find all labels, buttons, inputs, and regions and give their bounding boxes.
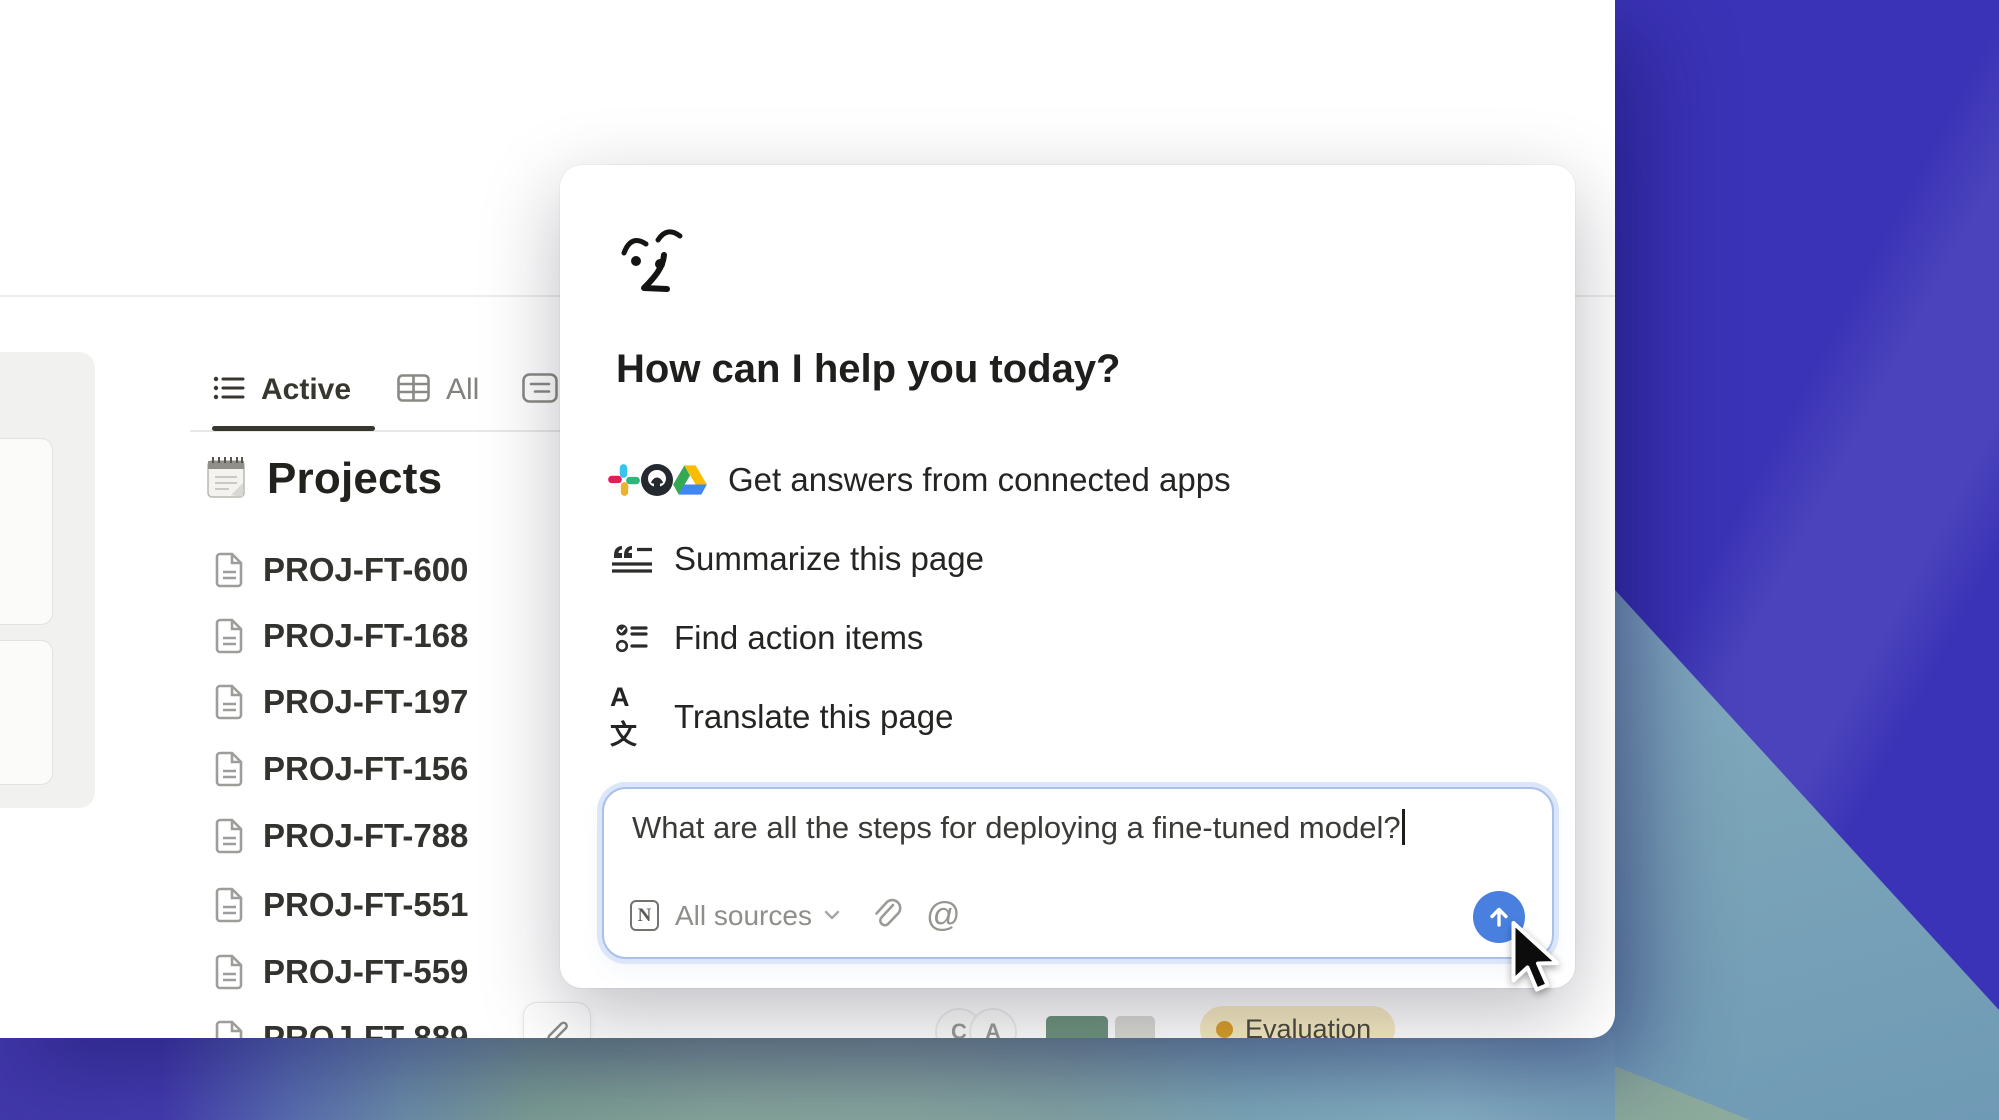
status-badge-green[interactable] <box>1046 1016 1108 1038</box>
menu-item-summarize[interactable]: Summarize this page <box>606 531 984 587</box>
pencil-icon <box>542 1017 572 1038</box>
source-row: N All sources @ <box>630 896 960 935</box>
google-drive-icon <box>672 463 708 497</box>
feed-view-icon <box>522 373 558 408</box>
text-caret <box>1402 809 1405 845</box>
evaluation-tag[interactable]: Evaluation <box>1200 1006 1395 1038</box>
page-icon <box>214 818 245 854</box>
project-link[interactable]: PROJ-FT-889 <box>214 1018 468 1038</box>
active-tab-underline <box>212 426 375 431</box>
tab-active-view[interactable]: Active <box>213 368 351 412</box>
menu-item-label: Get answers from connected apps <box>728 461 1231 499</box>
menu-item-label: Find action items <box>674 619 923 657</box>
github-icon <box>639 462 675 498</box>
sources-dropdown-label[interactable]: All sources <box>675 900 812 932</box>
project-link[interactable]: PROJ-FT-559 <box>214 952 468 992</box>
notepad-emoji <box>205 455 247 504</box>
quote-lines-icon <box>610 544 654 574</box>
status-badge-gray[interactable] <box>1115 1016 1155 1038</box>
table-view-icon <box>397 374 430 407</box>
ai-prompt-input[interactable]: What are all the steps for deploying a f… <box>602 787 1554 959</box>
ai-greeting: How can I help you today? <box>616 347 1121 392</box>
project-link[interactable]: PROJ-FT-551 <box>214 885 468 925</box>
project-link[interactable]: PROJ-FT-168 <box>214 616 468 656</box>
edit-button[interactable] <box>523 1002 591 1038</box>
page-icon <box>214 751 245 787</box>
menu-item-connected-apps[interactable]: Get answers from connected apps <box>606 452 1231 508</box>
page-icon <box>214 1020 245 1038</box>
tab-label: Active <box>261 373 351 407</box>
notion-logo-icon: N <box>630 900 659 931</box>
tag-dot <box>1216 1021 1233 1038</box>
page-icon <box>214 954 245 990</box>
slack-icon <box>606 462 642 498</box>
avatar[interactable]: A <box>969 1008 1017 1038</box>
page-icon <box>214 887 245 923</box>
todo-list-icon <box>610 623 654 653</box>
tab-feed-view[interactable] <box>522 368 558 412</box>
at-icon[interactable]: @ <box>926 896 961 935</box>
page-icon <box>214 552 245 588</box>
menu-item-action-items[interactable]: Find action items <box>606 610 923 666</box>
list-view-icon <box>213 374 245 407</box>
menu-item-label: Summarize this page <box>674 540 984 578</box>
translate-icon: A文 <box>610 682 654 752</box>
menu-item-translate[interactable]: A文 Translate this page <box>606 689 953 745</box>
page-icon <box>214 618 245 654</box>
paperclip-icon[interactable] <box>870 896 902 935</box>
project-link[interactable]: PROJ-FT-156 <box>214 749 468 789</box>
mouse-cursor <box>1506 920 1566 996</box>
page-title-text: Projects <box>267 454 442 504</box>
project-link[interactable]: PROJ-FT-788 <box>214 816 468 856</box>
project-link[interactable]: PROJ-FT-600 <box>214 550 468 590</box>
wallpaper-bottom-strip <box>0 1032 1615 1120</box>
board-card[interactable] <box>0 438 53 625</box>
notion-ai-dialog: How can I help you today? Get answers fr… <box>560 165 1575 988</box>
page-title: Projects <box>205 454 442 504</box>
notion-ai-face-icon <box>618 227 700 306</box>
tab-all-view[interactable]: All <box>397 368 479 412</box>
page-icon <box>214 684 245 720</box>
tab-label: All <box>446 373 479 407</box>
menu-item-label: Translate this page <box>674 698 953 736</box>
chevron-down-icon[interactable] <box>824 907 840 925</box>
project-link[interactable]: PROJ-FT-197 <box>214 682 468 722</box>
board-card[interactable] <box>0 640 53 785</box>
ai-prompt-text: What are all the steps for deploying a f… <box>632 809 1405 846</box>
